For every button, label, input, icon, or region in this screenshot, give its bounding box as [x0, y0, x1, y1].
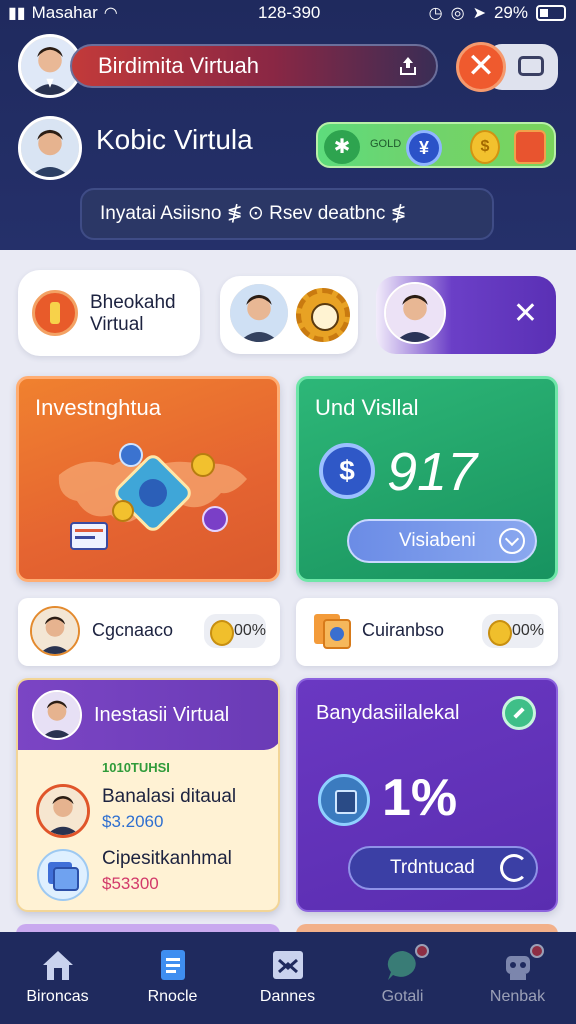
- investment-card-title: Investnghtua: [35, 395, 161, 420]
- pinwheel-icon: ✱: [324, 130, 360, 164]
- signal-icon: ▮▮: [8, 5, 26, 22]
- person-icon: [21, 119, 79, 177]
- document-icon: [161, 950, 185, 980]
- badge-icon: ¥: [406, 130, 442, 166]
- header: ▮▮ Masahar ◠ 128-390 ◷ ◎ ➤ 29% Birdimita…: [0, 0, 576, 250]
- stat-label: Cgcnaaco: [92, 620, 174, 640]
- notification-dot: [530, 944, 544, 958]
- ledger-icon: [37, 849, 89, 901]
- share-icon[interactable]: [396, 54, 420, 78]
- nav-label: Nenbak: [489, 988, 546, 1005]
- stat-row[interactable]: Cgcnaaco 00%: [18, 598, 280, 666]
- close-button[interactable]: ✕: [456, 42, 506, 92]
- location-icon: ➤: [472, 5, 486, 22]
- person-icon: [32, 608, 78, 654]
- stat-row[interactable]: Cuiranbso 00%: [296, 598, 558, 666]
- home-icon: [43, 951, 73, 980]
- person-icon: [230, 284, 288, 342]
- card-title: Inestasii Virtual: [94, 704, 230, 726]
- nav-item-chat[interactable]: Gotali: [345, 932, 460, 1024]
- profile-name: Kobic Virtula: [96, 124, 253, 155]
- battery-icon: [536, 5, 566, 21]
- balance-percent-card[interactable]: Banydasiilalekal 1% Trdntucad: [296, 678, 558, 912]
- check-badge-icon[interactable]: [502, 696, 536, 730]
- nav-item-home[interactable]: Bironcas: [0, 932, 115, 1024]
- document-money-icon: [314, 614, 351, 649]
- nav-label: Gotali: [381, 988, 424, 1005]
- nav-label: Dannes: [259, 988, 316, 1005]
- stat-percent-pill: 00%: [482, 614, 544, 648]
- carrier-label: Masahar: [31, 3, 98, 22]
- battery-percent: 29%: [493, 3, 528, 22]
- alarm-icon: ◷: [428, 5, 443, 22]
- view-button-label: Visiabeni: [399, 530, 476, 551]
- nav-item-robot[interactable]: Nenbak: [460, 932, 575, 1024]
- reward-label: GOLD: [370, 138, 402, 150]
- investor-avatar: [32, 690, 82, 740]
- refresh-icon: [500, 854, 528, 882]
- status-bar: ▮▮ Masahar ◠ 128-390 ◷ ◎ ➤ 29%: [0, 0, 576, 28]
- notification-dot: [415, 944, 429, 958]
- investment-card[interactable]: Investnghtua: [16, 376, 280, 582]
- advisor-avatar: [228, 282, 290, 344]
- row-avatar: [36, 784, 90, 838]
- status-right: ◷ ◎ ➤ 29%: [429, 3, 566, 23]
- quick-label-line1: Bheokahd: [90, 292, 176, 313]
- visual-balance-card[interactable]: Und Visllal $ 917 Visiabeni: [296, 376, 558, 582]
- nav-item-mail[interactable]: Dannes: [230, 932, 345, 1024]
- green-card-title: Und Visllal: [315, 395, 419, 420]
- virtual-investment-card[interactable]: Inestasii Virtual 1010TUHSI Banalasi dit…: [16, 678, 280, 912]
- section-tag: 1010TUHSI: [102, 760, 170, 775]
- balance-value: 917: [387, 442, 478, 502]
- chevron-down-icon: [499, 528, 525, 554]
- profile-avatar[interactable]: [18, 116, 82, 180]
- person-icon: [386, 284, 444, 342]
- stat-label: Cuiranbso: [362, 620, 445, 640]
- nav-label: Bironcas: [26, 988, 89, 1005]
- person-icon: [34, 692, 80, 738]
- bottom-nav: Bironcas Rnocle Dannes Gotali Nenbak: [0, 932, 576, 1024]
- status-left: ▮▮ Masahar ◠: [8, 3, 118, 23]
- sync-icon: ◎: [450, 5, 465, 22]
- wallet-bag-icon: [318, 774, 370, 826]
- nav-label: Rnocle: [147, 988, 198, 1005]
- world-map-icon: [58, 443, 248, 550]
- coin-icon: $: [470, 130, 500, 164]
- gift-icon: [514, 130, 546, 164]
- account-name: Birdimita Virtuah: [98, 53, 259, 78]
- quick-action-label: Bheokahd Virtual: [90, 292, 176, 336]
- row-value: $3.2060: [102, 812, 164, 831]
- nav-item-document[interactable]: Rnocle: [115, 932, 230, 1024]
- card-header: Inestasii Virtual: [18, 680, 278, 750]
- stat-avatar: [30, 606, 80, 656]
- wifi-icon: ◠: [103, 5, 118, 22]
- card-title: Banydasiilalekal: [316, 702, 460, 724]
- percent-value: 1%: [382, 769, 458, 827]
- rewards-bar[interactable]: ✱ GOLD ¥ $: [316, 122, 556, 168]
- transfer-button-label: Trdntucad: [390, 857, 475, 878]
- dismiss-icon[interactable]: ✕: [513, 296, 538, 331]
- gear-icon: [296, 288, 350, 342]
- quick-action-profile[interactable]: ✕: [376, 276, 556, 354]
- quick-action-virtual[interactable]: Bheokahd Virtual: [18, 270, 200, 356]
- profile-thumb-avatar: [384, 282, 446, 344]
- row-label: Cipesitkanhmal: [102, 848, 232, 869]
- row-label: Banalasi ditaual: [102, 786, 237, 807]
- quick-action-settings[interactable]: [220, 276, 358, 354]
- dollar-coin-icon: $: [319, 443, 375, 499]
- person-icon: [39, 787, 87, 835]
- quick-label-line2: Virtual: [90, 314, 144, 335]
- status-time: 128-390: [258, 3, 321, 22]
- alert-icon: [32, 290, 78, 336]
- transfer-button[interactable]: Trdntucad: [348, 846, 538, 890]
- mail-icon: [273, 951, 303, 979]
- wallet-icon: [518, 56, 544, 76]
- account-name-bar[interactable]: Birdimita Virtuah: [70, 44, 438, 88]
- stat-percent-pill: 00%: [204, 614, 266, 648]
- view-button[interactable]: Visiabeni: [347, 519, 537, 563]
- row-value: $53300: [102, 874, 159, 893]
- search-pill[interactable]: Inyatai Asiisno ≸ ⊙ Rsev deatbnc ≸: [80, 188, 494, 240]
